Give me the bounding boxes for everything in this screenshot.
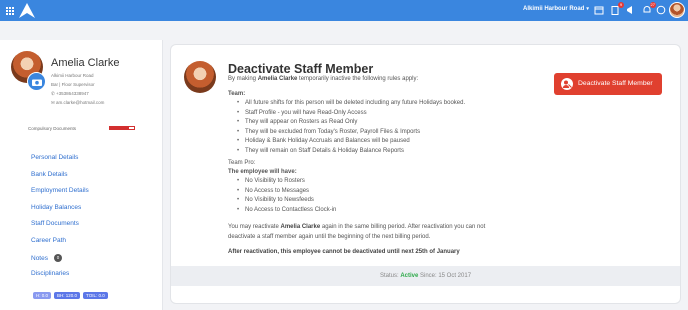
alkimii-logo[interactable] bbox=[19, 3, 35, 18]
nav-holiday-balances[interactable]: Holiday Balances bbox=[31, 204, 89, 221]
megaphone-icon[interactable] bbox=[626, 5, 636, 15]
clipboard-button[interactable]: 9 bbox=[610, 2, 624, 15]
apps-grid-icon[interactable] bbox=[6, 7, 14, 15]
team-rules-list: All future shifts for this person will b… bbox=[228, 99, 508, 156]
chat-icon[interactable] bbox=[656, 5, 666, 15]
reactivation-note: You may reactivate Amelia Clarke again i… bbox=[228, 222, 508, 242]
nav-employment-details[interactable]: Employment Details bbox=[31, 187, 89, 204]
list-item: No Visibility to Rosters bbox=[237, 177, 508, 187]
status-label: Status: bbox=[379, 273, 401, 279]
change-photo-button[interactable] bbox=[27, 72, 46, 91]
location-selector[interactable]: Alkimii Harbour Road ▾ bbox=[523, 6, 589, 12]
list-item: All future shifts for this person will b… bbox=[237, 99, 508, 109]
list-item: Holiday & Bank Holiday Accruals and Bala… bbox=[237, 137, 508, 147]
phone-icon: ✆ bbox=[51, 91, 55, 96]
notes-count-badge: 0 bbox=[53, 253, 62, 262]
top-bar: Alkimii Harbour Road ▾ 9 27 bbox=[0, 0, 688, 21]
list-item: No Access to Messages bbox=[237, 187, 508, 197]
nav-notes[interactable]: Notes 0 bbox=[31, 253, 89, 271]
mail-icon: ✉ bbox=[51, 100, 55, 105]
messages-badge: 9 bbox=[618, 2, 624, 8]
after-reactivation-note: After reactivation, this employee cannot… bbox=[228, 249, 460, 255]
nav-personal-details[interactable]: Personal Details bbox=[31, 154, 89, 171]
profile-phone: +353864338947 bbox=[56, 91, 89, 96]
profile-email-row: ✉ am.clarke@hotmail.com bbox=[51, 100, 104, 106]
list-item: No Access to Contactless Clock-in bbox=[237, 206, 508, 216]
toil-chip: TOIL: 0.0 bbox=[83, 292, 108, 299]
chevron-down-icon: ▾ bbox=[586, 6, 589, 12]
deactivate-card: Deactivate Staff Member By making Amelia… bbox=[170, 44, 681, 304]
notifications-button[interactable]: 27 bbox=[642, 2, 656, 15]
reactivate-name: Amelia Clarke bbox=[280, 224, 321, 230]
profile-name: Amelia Clarke bbox=[51, 57, 120, 69]
list-item: They will remain on Staff Details & Holi… bbox=[237, 147, 508, 157]
nav-notes-label: Notes bbox=[31, 254, 48, 262]
subtitle-post: temporarily inactive the following rules… bbox=[297, 76, 419, 82]
employee-rules-list: No Visibility to Rosters No Access to Me… bbox=[228, 177, 508, 215]
list-item: Staff Profile - you will have Read-Only … bbox=[237, 109, 508, 119]
deactivate-user-icon bbox=[561, 78, 573, 90]
compulsory-documents-label: Compulsory Documents bbox=[28, 126, 77, 131]
employee-heading: The employee will have: bbox=[228, 169, 297, 175]
list-item: They will appear on Rosters as Read Only bbox=[237, 118, 508, 128]
nav-staff-documents[interactable]: Staff Documents bbox=[31, 220, 89, 237]
holiday-chip: H: 0.0 bbox=[33, 292, 52, 299]
camera-icon bbox=[32, 79, 42, 86]
nav-bank-details[interactable]: Bank Details bbox=[31, 171, 89, 188]
reactivate-pre: You may reactivate bbox=[228, 224, 281, 230]
rules-content: Team: All future shifts for this person … bbox=[228, 90, 508, 255]
status-badge: Active bbox=[400, 273, 419, 279]
team-heading: Team: bbox=[228, 91, 246, 97]
balance-chips: H: 0.0 BH: 120.0 TOIL: 0.0 bbox=[33, 292, 108, 299]
staff-avatar bbox=[184, 61, 216, 93]
nav-disciplinaries[interactable]: Disciplinaries bbox=[31, 270, 89, 287]
deactivate-button-label: Deactivate Staff Member bbox=[578, 80, 653, 87]
profile-email: am.clarke@hotmail.com bbox=[56, 100, 105, 105]
list-item: No Visibility to Newsfeeds bbox=[237, 196, 508, 206]
location-label: Alkimii Harbour Road bbox=[523, 6, 585, 12]
calendar-icon[interactable] bbox=[594, 5, 604, 15]
bank-holiday-chip: BH: 120.0 bbox=[54, 292, 81, 299]
profile-phone-row: ✆ +353864338947 bbox=[51, 91, 89, 97]
list-item: They will be excluded from Today's Roste… bbox=[237, 128, 508, 138]
subtitle: By making Amelia Clarke temporarily inac… bbox=[228, 76, 418, 82]
deactivate-staff-button[interactable]: Deactivate Staff Member bbox=[554, 73, 662, 95]
nav-career-path[interactable]: Career Path bbox=[31, 237, 89, 254]
page-title: Deactivate Staff Member bbox=[228, 62, 374, 76]
user-avatar[interactable] bbox=[669, 2, 685, 18]
team-pro-heading: Team Pro: bbox=[228, 160, 256, 166]
compulsory-documents-progress bbox=[109, 126, 135, 130]
profile-role: Bar | Floor Supervisor bbox=[51, 82, 95, 87]
progress-fill bbox=[110, 127, 130, 129]
profile-nav: Personal Details Bank Details Employment… bbox=[31, 154, 89, 287]
status-bar: Status: Active Since: 15 Oct 2017 bbox=[171, 266, 680, 286]
profile-sidebar: Amelia Clarke Alkimii Harbour Road Bar |… bbox=[0, 40, 163, 310]
profile-site: Alkimii Harbour Road bbox=[51, 73, 94, 78]
subtitle-pre: By making bbox=[228, 76, 258, 82]
subtitle-name: Amelia Clarke bbox=[257, 76, 298, 82]
status-since: Since: 15 Oct 2017 bbox=[418, 273, 472, 279]
